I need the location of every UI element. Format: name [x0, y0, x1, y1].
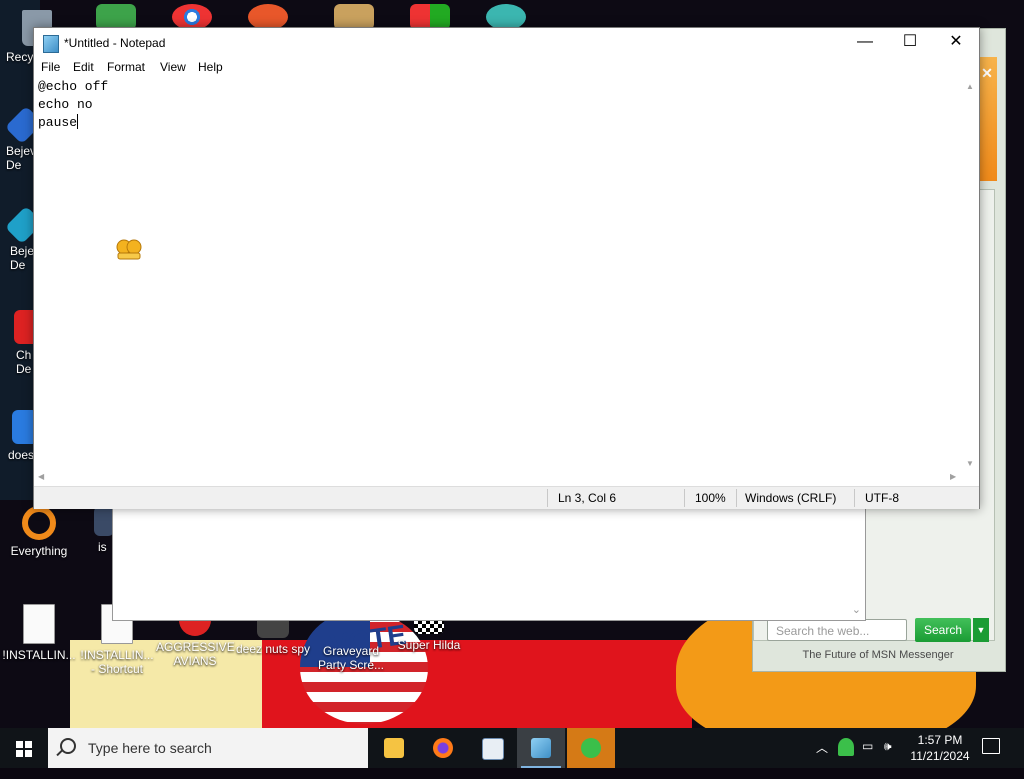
search-icon — [60, 738, 76, 754]
editor-line-1: @echo off — [38, 79, 109, 94]
menu-view[interactable]: View — [160, 60, 186, 74]
taskbar: Type here to search ︿ ▭ 🕪 1:57 PM 11/21/… — [0, 728, 1024, 768]
status-separator — [547, 489, 548, 507]
editor-line-3: pause — [38, 114, 79, 132]
status-separator — [854, 489, 855, 507]
msn-messenger-icon — [581, 738, 601, 758]
msn-emoticon-icon — [114, 238, 144, 262]
folder-icon — [384, 738, 404, 758]
clock-date: 11/21/2024 — [910, 749, 970, 763]
status-separator — [684, 489, 685, 507]
graveyard-label: Graveyard Party Scre... — [317, 644, 385, 672]
taskbar-firefox[interactable] — [419, 728, 467, 768]
status-position: Ln 3, Col 6 — [558, 491, 617, 505]
horizontal-scrollbar[interactable]: ◀ ▶ — [34, 470, 963, 486]
menu-help[interactable]: Help — [198, 60, 223, 74]
volume-icon[interactable]: 🕪 — [884, 739, 892, 779]
taskbar-msn-messenger[interactable] — [567, 728, 615, 768]
status-bar: Ln 3, Col 6 100% Windows (CRLF) UTF-8 — [34, 486, 979, 509]
background-window[interactable]: ⌄ — [112, 504, 866, 621]
start-button[interactable] — [0, 728, 48, 768]
installing-file[interactable]: !INSTALLIN... — [0, 604, 78, 662]
scroll-down-arrow-icon[interactable]: ▼ — [966, 459, 974, 468]
close-button[interactable]: ✕ — [933, 28, 979, 58]
everything-shortcut[interactable]: Everything — [0, 506, 78, 558]
taskbar-clock[interactable]: 1:57 PM 11/21/2024 — [906, 732, 974, 764]
msn-search-input[interactable]: Search the web... — [767, 619, 907, 641]
aggressive-avians-label: AGGRESSIVE AVIANS — [156, 640, 235, 668]
msn-close-button[interactable]: ✕ — [979, 65, 995, 81]
menu-bar: File Edit Format View Help — [34, 58, 979, 78]
installing-shortcut-label: !INSTALLIN... - Shortcut — [80, 648, 154, 676]
notepad-taskbar-icon — [531, 738, 551, 758]
menu-edit[interactable]: Edit — [73, 60, 94, 74]
taskbar-search-placeholder: Type here to search — [88, 740, 212, 756]
scroll-down-arrow-icon[interactable]: ⌄ — [852, 603, 861, 616]
taskbar-notepad[interactable] — [517, 728, 565, 768]
editor-line-2: echo no — [38, 97, 93, 112]
title-bar[interactable]: *Untitled - Notepad — ☐ ✕ — [34, 28, 979, 58]
scroll-left-arrow-icon[interactable]: ◀ — [38, 472, 44, 481]
windows-logo-icon — [16, 741, 32, 757]
notification-center-icon[interactable] — [982, 738, 1000, 754]
notepad-window[interactable]: *Untitled - Notepad — ☐ ✕ File Edit Form… — [33, 27, 980, 509]
taskbar-search-box[interactable]: Type here to search — [48, 728, 368, 768]
menu-file[interactable]: File — [41, 60, 60, 74]
menu-format[interactable]: Format — [107, 60, 145, 74]
minimize-button[interactable]: — — [842, 28, 888, 58]
msn-search-button[interactable]: Search — [915, 618, 971, 642]
window-title: *Untitled - Notepad — [64, 36, 166, 50]
text-editor[interactable]: @echo off echo no pause — [34, 78, 963, 470]
show-hidden-icons-icon[interactable]: ︿ — [816, 739, 828, 779]
vertical-scrollbar[interactable]: ▲ ▼ — [963, 78, 979, 470]
msn-tray-icon[interactable] — [838, 738, 854, 756]
scroll-right-arrow-icon[interactable]: ▶ — [950, 472, 956, 481]
scroll-up-arrow-icon[interactable]: ▲ — [966, 82, 974, 91]
super-hilda-label: Super Hilda — [397, 638, 461, 652]
status-encoding: UTF-8 — [865, 491, 899, 505]
text-caret — [77, 114, 79, 129]
taskbar-app[interactable] — [468, 728, 516, 768]
clock-time: 1:57 PM — [917, 733, 963, 747]
network-icon[interactable]: ▭ — [862, 739, 873, 779]
status-zoom: 100% — [695, 491, 726, 505]
maximize-button[interactable]: ☐ — [887, 28, 933, 58]
status-line-endings: Windows (CRLF) — [745, 491, 837, 505]
dark-icon — [94, 506, 114, 536]
everything-label: Everything — [10, 544, 68, 558]
notepad-icon — [43, 35, 59, 53]
installing-label: !INSTALLIN... — [2, 648, 76, 662]
msn-footer-text: The Future of MSN Messenger — [802, 649, 954, 661]
status-separator — [736, 489, 737, 507]
taskbar-file-explorer[interactable] — [370, 728, 418, 768]
text-file-icon — [23, 604, 55, 644]
deez-nuts-label: deez nuts spy — [235, 642, 311, 656]
firefox-icon — [433, 738, 453, 758]
window-app-icon — [482, 738, 504, 760]
msn-search-dropdown-icon[interactable]: ▼ — [973, 618, 989, 642]
editor-line-3-text: pause — [38, 115, 78, 130]
everything-icon — [22, 506, 56, 540]
